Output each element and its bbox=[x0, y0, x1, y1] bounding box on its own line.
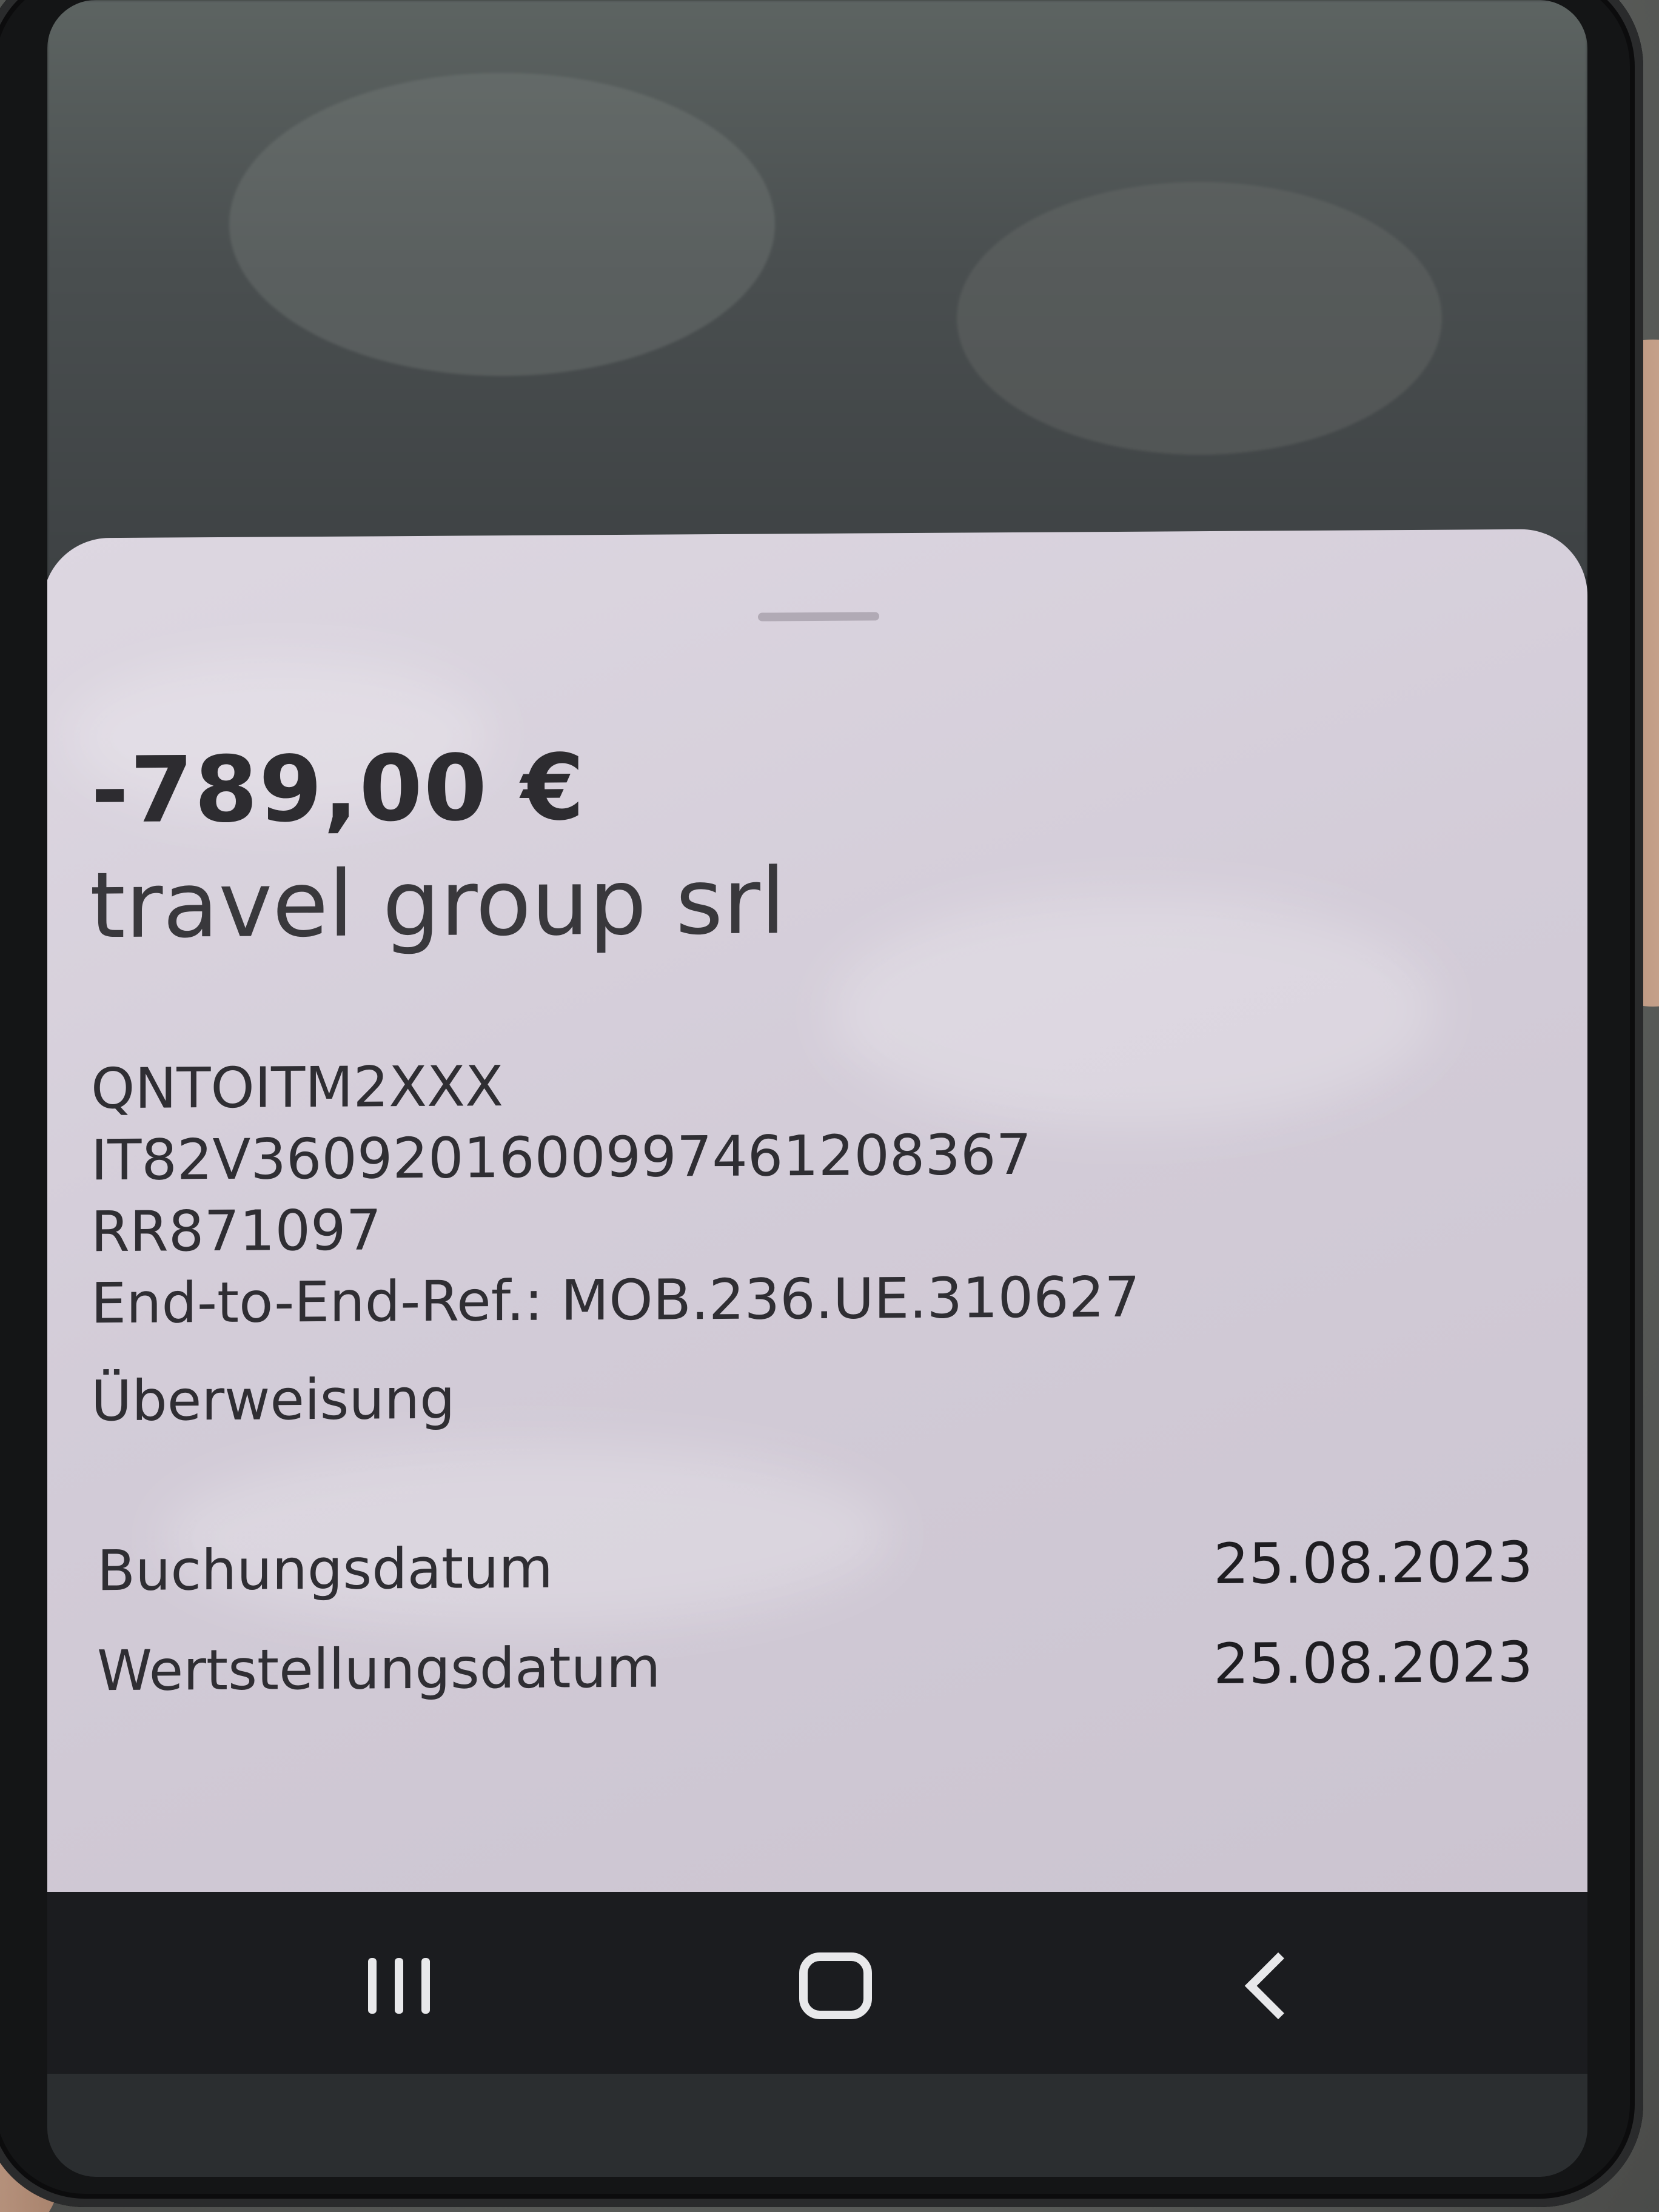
payee-name: travel group srl bbox=[90, 849, 786, 959]
reference-number: RR871097 bbox=[91, 1198, 382, 1265]
transaction-details: QNTOITM2XXX IT82V3609201600997461208367 … bbox=[91, 1047, 1140, 1340]
transaction-type: Überweisung bbox=[91, 1366, 455, 1434]
photo-background: -789,00 € travel group srl QNTOITM2XXX I… bbox=[0, 0, 1659, 2212]
transaction-amount: -789,00 € bbox=[91, 735, 586, 844]
blurred-app-background bbox=[47, 0, 1587, 576]
recent-apps-button[interactable] bbox=[338, 1934, 460, 2037]
home-icon bbox=[799, 1952, 872, 2019]
home-button[interactable] bbox=[775, 1934, 896, 2037]
value-date-label: Wertstellungsdatum bbox=[97, 1635, 661, 1704]
phone-body: -789,00 € travel group srl QNTOITM2XXX I… bbox=[0, 0, 1643, 2207]
booking-date-value: 25.08.2023 bbox=[1213, 1529, 1533, 1597]
iban-number: IT82V3609201600997461208367 bbox=[91, 1122, 1032, 1193]
system-navigation-bar bbox=[47, 1892, 1587, 2074]
phone-screen: -789,00 € travel group srl QNTOITM2XXX I… bbox=[47, 0, 1587, 2177]
value-date-value: 25.08.2023 bbox=[1213, 1629, 1533, 1697]
booking-date-label: Buchungsdatum bbox=[97, 1535, 554, 1604]
end-to-end-reference: End-to-End-Ref.: MOB.236.UE.310627 bbox=[91, 1264, 1140, 1336]
value-date-row: Wertstellungsdatum 25.08.2023 bbox=[97, 1630, 1533, 1703]
back-icon bbox=[1244, 1952, 1312, 2020]
transaction-detail-sheet: -789,00 € travel group srl QNTOITM2XXX I… bbox=[47, 529, 1587, 1902]
recent-apps-icon bbox=[368, 1958, 430, 2014]
back-button[interactable] bbox=[1208, 1934, 1330, 2037]
bic-code: QNTOITM2XXX bbox=[91, 1054, 504, 1122]
drag-handle[interactable] bbox=[758, 612, 879, 622]
